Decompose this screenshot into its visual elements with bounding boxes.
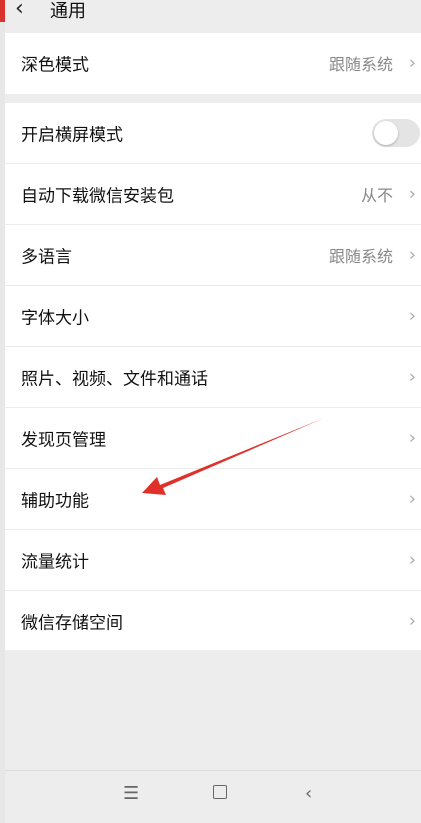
red-arrow-icon bbox=[142, 418, 324, 495]
annotation-arrow bbox=[142, 418, 324, 495]
system-nav-bar: ☰ ‹ bbox=[5, 770, 421, 823]
back-icon[interactable]: ‹ bbox=[305, 783, 312, 804]
home-icon[interactable] bbox=[213, 785, 227, 799]
menu-icon[interactable]: ☰ bbox=[123, 783, 139, 804]
